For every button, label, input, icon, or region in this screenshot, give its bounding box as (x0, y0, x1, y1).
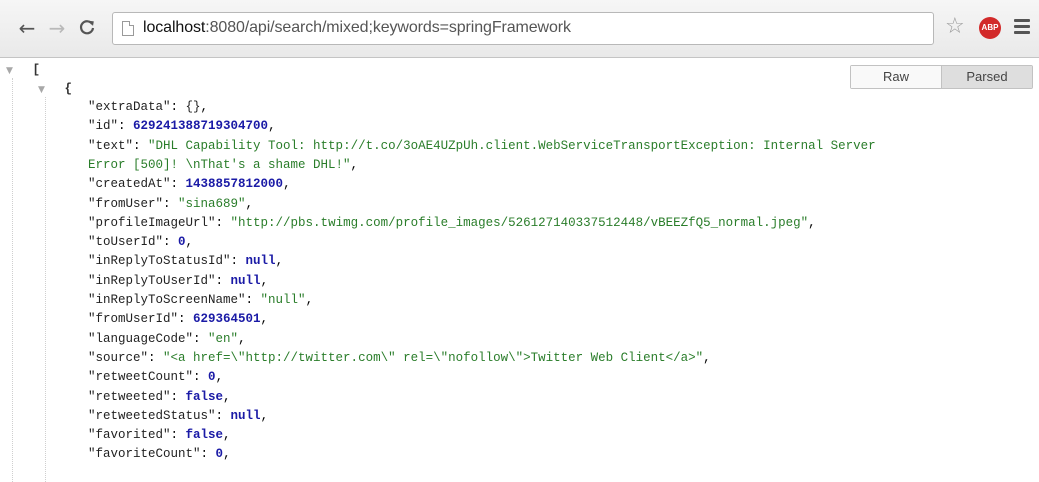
json-value: null (230, 273, 261, 288)
json-line: "fromUser": "sina689", (88, 196, 254, 211)
array-bracket: [ (32, 63, 40, 77)
object-open-line: ▼ { (38, 80, 72, 100)
json-key: "toUserId" (88, 235, 164, 250)
json-value: Error [500]! \nThat's a shame DHL!" (88, 157, 351, 172)
json-key: "inReplyToUserId" (88, 273, 216, 288)
json-value: false (185, 428, 224, 443)
json-key: "fromUserId" (88, 312, 179, 327)
json-value: 629364501 (193, 312, 261, 327)
adblock-icon[interactable]: ABP (979, 17, 1001, 39)
bookmark-star-icon[interactable]: ☆ (945, 13, 965, 41)
forward-arrow-icon[interactable]: → (44, 14, 70, 42)
collapse-array-icon[interactable]: ▼ (6, 66, 13, 76)
json-line: "inReplyToStatusId": null, (88, 254, 284, 269)
json-line: "profileImageUrl": "http://pbs.twimg.com… (88, 215, 816, 230)
json-key: "favoriteCount" (88, 447, 201, 462)
json-line: "retweetCount": 0, (88, 370, 224, 385)
json-value: "sina689" (178, 196, 246, 211)
json-line: "favorited": false, (88, 428, 231, 443)
json-key: "inReplyToScreenName" (88, 293, 246, 307)
json-line: "favoriteCount": 0, (88, 447, 231, 462)
json-value: null (230, 408, 261, 423)
menu-icon[interactable] (1014, 19, 1030, 37)
json-value: 1438857812000 (185, 177, 284, 192)
json-value: "http://pbs.twimg.com/profile_images/526… (230, 215, 809, 230)
json-key: "fromUser" (88, 196, 164, 211)
json-key: "extraData" (88, 100, 171, 114)
json-value: "en" (208, 331, 239, 346)
json-key: "inReplyToStatusId" (88, 254, 231, 269)
indent-guide (12, 78, 13, 482)
json-value: false (185, 389, 224, 404)
json-key: "retweeted" (88, 389, 171, 404)
json-line: "retweetedStatus": null, (88, 408, 269, 423)
json-key: "favorited" (88, 428, 171, 443)
json-key: "retweetCount" (88, 370, 194, 385)
browser-toolbar: ← → localhost:8080/api/search/mixed;keyw… (0, 0, 1039, 58)
collapse-object-icon[interactable]: ▼ (38, 85, 45, 95)
address-bar[interactable]: localhost:8080/api/search/mixed;keywords… (112, 12, 934, 45)
json-key: "createdAt" (88, 177, 171, 192)
json-value: "<a href=\"http://twitter.com\" rel=\"no… (163, 350, 704, 365)
json-line: "source": "<a href=\"http://twitter.com\… (88, 350, 711, 365)
json-line: "retweeted": false, (88, 389, 231, 404)
json-line: "inReplyToScreenName": "null", (88, 293, 314, 307)
json-line: "id": 629241388719304700, (88, 119, 276, 134)
back-arrow-icon[interactable]: ← (14, 14, 40, 42)
json-value: {} (185, 100, 201, 114)
page-icon (122, 21, 134, 36)
json-key: "text" (88, 138, 134, 153)
json-value: "null" (260, 293, 306, 307)
array-open-line: ▼ [ (6, 61, 40, 81)
json-line: "fromUserId": 629364501, (88, 312, 269, 327)
json-viewer: Raw Parsed ▼ [ ▼ { "extraData": {}, "id":… (0, 58, 1039, 482)
reload-glyph (79, 20, 95, 35)
json-value: 0 (208, 370, 216, 385)
url-path: :8080/api/search/mixed;keywords=springFr… (205, 19, 571, 36)
indent-guide (45, 97, 46, 482)
raw-button[interactable]: Raw (851, 66, 942, 88)
json-key: "id" (88, 119, 119, 134)
json-line: "extraData": {}, (88, 100, 209, 114)
object-brace: { (64, 82, 72, 96)
json-value: 629241388719304700 (133, 119, 269, 134)
json-line: "languageCode": "en", (88, 331, 246, 346)
url-host: localhost (143, 19, 206, 36)
json-line: "text": "DHL Capability Tool: http://t.c… (88, 138, 876, 153)
json-value: 0 (215, 447, 224, 462)
json-value: "DHL Capability Tool: http://t.co/3oAE4U… (148, 138, 876, 153)
view-toggle: Raw Parsed (850, 65, 1033, 89)
url-text[interactable]: localhost:8080/api/search/mixed;keywords… (143, 19, 571, 37)
json-key: "profileImageUrl" (88, 215, 216, 230)
json-line: "toUserId": 0, (88, 235, 194, 250)
json-key: "languageCode" (88, 331, 194, 346)
json-line: "createdAt": 1438857812000, (88, 177, 291, 192)
json-key: "retweetedStatus" (88, 408, 216, 423)
json-line: Error [500]! \nThat's a shame DHL!", (88, 157, 359, 172)
json-line: "inReplyToUserId": null, (88, 273, 269, 288)
reload-icon[interactable] (74, 14, 100, 42)
json-value: 0 (178, 235, 186, 250)
parsed-button[interactable]: Parsed (942, 66, 1032, 88)
json-key: "source" (88, 350, 149, 365)
json-value: null (245, 254, 276, 269)
